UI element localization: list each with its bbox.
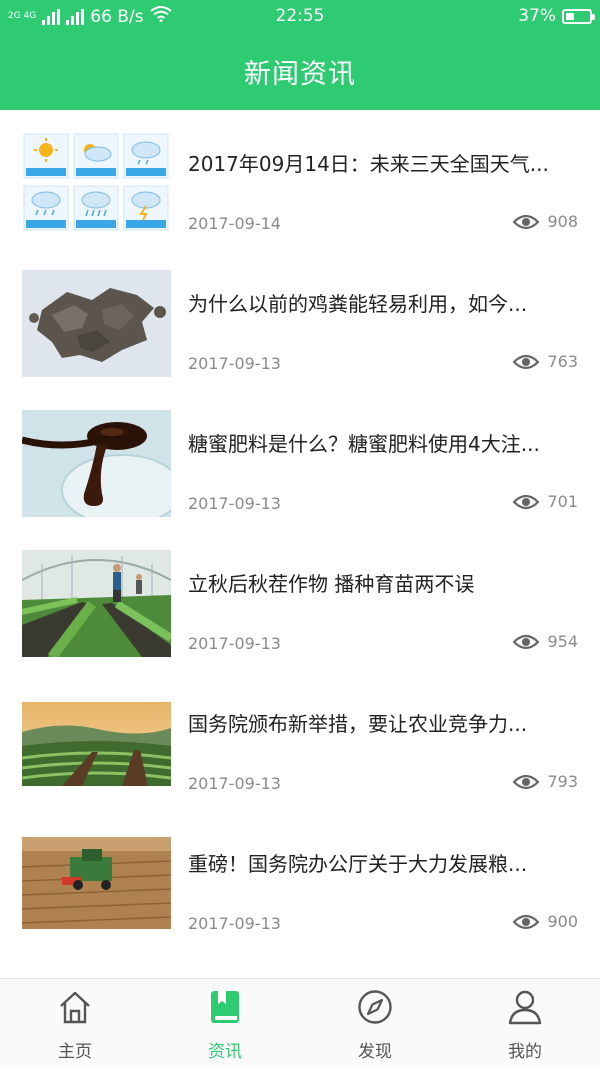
view-count-value: 954 [547, 632, 578, 651]
news-date: 2017-09-13 [188, 354, 281, 373]
view-count: 900 [513, 912, 578, 931]
battery-icon [562, 8, 595, 24]
eye-icon [513, 353, 540, 371]
news-date: 2017-09-13 [188, 494, 281, 513]
news-thumbnail-chicken-manure [22, 270, 171, 377]
eye-icon [513, 213, 540, 231]
view-count-value: 900 [547, 912, 578, 931]
view-count-value: 701 [547, 492, 578, 511]
news-item[interactable]: 立秋后秋茬作物 播种育苗两不误 2017-09-13 954 [0, 530, 600, 670]
eye-icon [513, 493, 540, 511]
bottom-tab-bar: 主页 资讯 发现 我的 [0, 978, 600, 1068]
view-count-value: 793 [547, 772, 578, 791]
tab-label: 资讯 [208, 1042, 242, 1062]
view-count: 793 [513, 772, 578, 791]
view-count: 763 [513, 352, 578, 371]
news-list[interactable]: 2017年09月14日：未来三天全国天气... 2017-09-14 908 为… [0, 110, 600, 978]
news-item[interactable]: 2017年09月14日：未来三天全国天气... 2017-09-14 908 [0, 110, 600, 250]
news-item[interactable]: 国务院颁布新举措，要让农业竞争力... 2017-09-13 793 [0, 670, 600, 810]
news-thumbnail-harvester [22, 837, 171, 929]
news-thumbnail-terraced-fields [22, 702, 171, 786]
tab-label: 发现 [358, 1042, 392, 1062]
app-header: 2G 4G 66 B/s 22:55 37% 新闻资讯 [0, 0, 600, 110]
news-item[interactable]: 糖蜜肥料是什么？糖蜜肥料使用4大注... 2017-09-13 701 [0, 390, 600, 530]
tab-label: 我的 [508, 1042, 542, 1062]
news-title[interactable]: 2017年09月14日：未来三天全国天气... [188, 148, 580, 177]
news-title[interactable]: 立秋后秋茬作物 播种育苗两不误 [188, 568, 580, 597]
battery-percent: 37% [518, 6, 556, 26]
eye-icon [513, 773, 540, 791]
clock: 22:55 [275, 6, 325, 26]
news-thumbnail-weather-icons [22, 130, 171, 237]
eye-icon [513, 633, 540, 651]
battery-fill [566, 12, 574, 20]
news-title[interactable]: 糖蜜肥料是什么？糖蜜肥料使用4大注... [188, 428, 580, 457]
status-bar: 2G 4G 66 B/s 22:55 37% [0, 0, 600, 32]
news-item[interactable]: 为什么以前的鸡粪能轻易利用，如今... 2017-09-13 763 [0, 250, 600, 390]
news-title[interactable]: 国务院颁布新举措，要让农业竞争力... [188, 708, 580, 737]
news-thumbnail-greenhouse [22, 550, 171, 657]
news-date: 2017-09-13 [188, 914, 281, 933]
tab-news[interactable]: 资讯 [150, 979, 300, 1068]
news-date: 2017-09-13 [188, 634, 281, 653]
news-date: 2017-09-13 [188, 774, 281, 793]
book-icon [207, 989, 243, 1025]
compass-icon [357, 989, 393, 1025]
user-icon [507, 989, 543, 1025]
tab-me[interactable]: 我的 [450, 979, 600, 1068]
news-title[interactable]: 为什么以前的鸡粪能轻易利用，如今... [188, 288, 580, 317]
tab-home[interactable]: 主页 [0, 979, 150, 1068]
tab-discover[interactable]: 发现 [300, 979, 450, 1068]
tab-label: 主页 [58, 1042, 92, 1062]
news-title[interactable]: 重磅！国务院办公厅关于大力发展粮... [188, 848, 580, 877]
view-count: 908 [513, 212, 578, 231]
eye-icon [513, 913, 540, 931]
page-title: 新闻资讯 [244, 59, 356, 90]
view-count-value: 763 [547, 352, 578, 371]
news-thumbnail-molasses-spoon [22, 410, 171, 517]
news-item[interactable]: 重磅！国务院办公厅关于大力发展粮... 2017-09-13 900 [0, 810, 600, 950]
view-count: 701 [513, 492, 578, 511]
news-date: 2017-09-14 [188, 214, 281, 233]
view-count-value: 908 [547, 212, 578, 231]
view-count: 954 [513, 632, 578, 651]
home-icon [57, 989, 93, 1025]
